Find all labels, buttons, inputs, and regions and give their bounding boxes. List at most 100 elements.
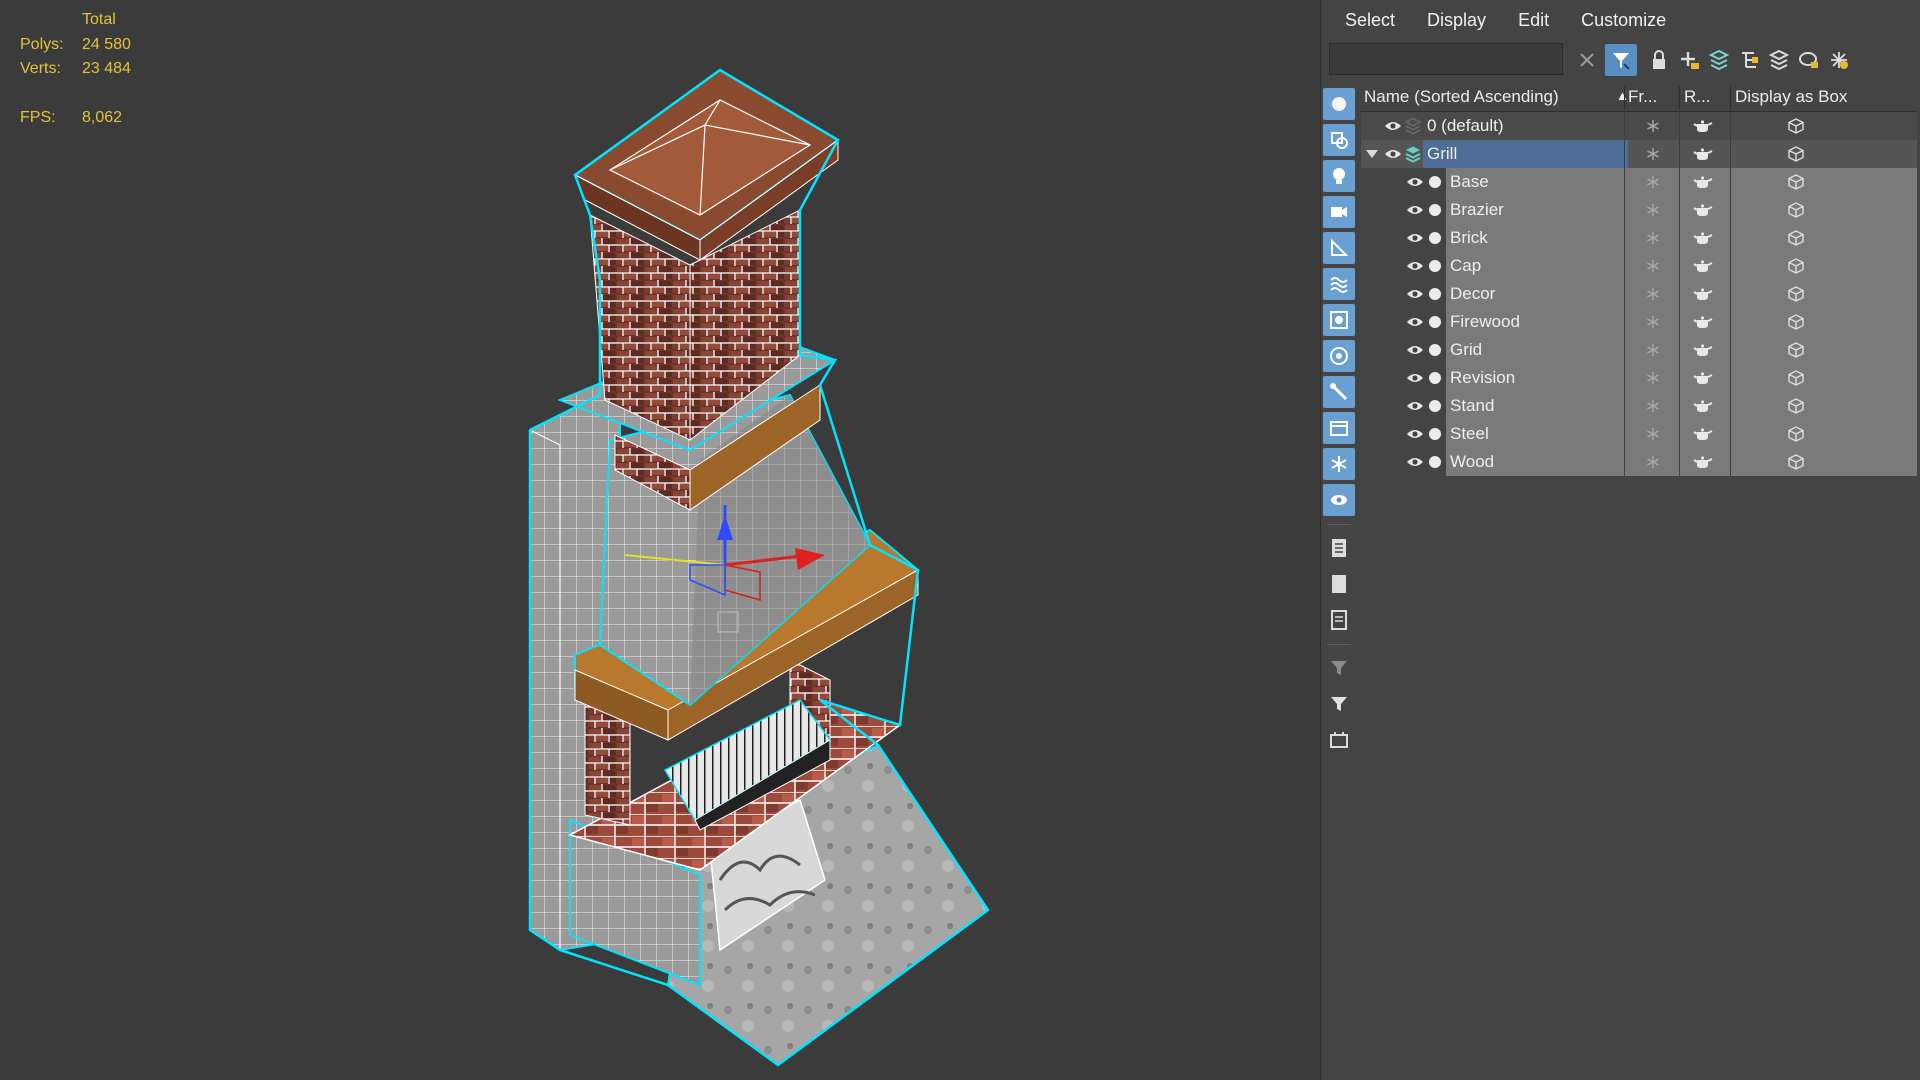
- frozen-icon[interactable]: [1643, 144, 1663, 164]
- invert-icon[interactable]: [1323, 604, 1355, 636]
- frozen-icon[interactable]: [1323, 448, 1355, 480]
- filter-selected-icon[interactable]: [1323, 652, 1355, 684]
- display-as-box-icon[interactable]: [1786, 144, 1806, 164]
- hierarchy-icon[interactable]: [1733, 44, 1765, 76]
- display-as-box-icon[interactable]: [1786, 116, 1806, 136]
- renderable-teapot-icon[interactable]: [1693, 340, 1713, 360]
- frozen-icon[interactable]: [1643, 452, 1663, 472]
- display-as-box-icon[interactable]: [1786, 256, 1806, 276]
- expand-toggle-icon[interactable]: [1363, 145, 1381, 163]
- hidden-icon[interactable]: [1323, 484, 1355, 516]
- groups-icon[interactable]: [1323, 304, 1355, 336]
- object-row[interactable]: Decor: [1361, 280, 1917, 308]
- column-renderable[interactable]: R...: [1684, 87, 1710, 107]
- add-to-layer-icon[interactable]: [1703, 44, 1735, 76]
- viewport[interactable]: Total Polys: 24 580 Verts: 23 484 FPS: 8,06…: [0, 0, 1320, 1080]
- column-display-as-box[interactable]: Display as Box: [1735, 87, 1847, 107]
- frozen-icon[interactable]: [1643, 312, 1663, 332]
- renderable-teapot-icon[interactable]: [1693, 256, 1713, 276]
- display-as-box-icon[interactable]: [1786, 452, 1806, 472]
- object-row[interactable]: Grid: [1361, 336, 1917, 364]
- frozen-icon[interactable]: [1643, 200, 1663, 220]
- frozen-icon[interactable]: [1643, 116, 1663, 136]
- menu-edit[interactable]: Edit: [1518, 10, 1549, 31]
- search-input[interactable]: [1329, 43, 1563, 75]
- lights-icon[interactable]: [1323, 160, 1355, 192]
- visibility-eye-icon[interactable]: [1405, 228, 1425, 248]
- layer-row[interactable]: Grill: [1361, 140, 1917, 168]
- renderable-teapot-icon[interactable]: [1693, 368, 1713, 388]
- renderable-teapot-icon[interactable]: [1693, 116, 1713, 136]
- filter-icon[interactable]: [1605, 44, 1637, 76]
- object-row[interactable]: Firewood: [1361, 308, 1917, 336]
- object-row[interactable]: Wood: [1361, 448, 1917, 476]
- visibility-eye-icon[interactable]: [1405, 172, 1425, 192]
- visibility-eye-icon[interactable]: [1405, 312, 1425, 332]
- display-as-box-icon[interactable]: [1786, 368, 1806, 388]
- menu-select[interactable]: Select: [1345, 10, 1395, 31]
- none-icon[interactable]: [1323, 568, 1355, 600]
- renderable-teapot-icon[interactable]: [1693, 452, 1713, 472]
- visibility-eye-icon[interactable]: [1405, 424, 1425, 444]
- frozen-icon[interactable]: [1643, 228, 1663, 248]
- frozen-icon[interactable]: [1643, 172, 1663, 192]
- frozen-icon[interactable]: [1643, 424, 1663, 444]
- object-row[interactable]: Stand: [1361, 392, 1917, 420]
- renderable-teapot-icon[interactable]: [1693, 172, 1713, 192]
- renderable-teapot-icon[interactable]: [1693, 312, 1713, 332]
- visibility-eye-icon[interactable]: [1405, 368, 1425, 388]
- frozen-icon[interactable]: [1643, 284, 1663, 304]
- layers-icon[interactable]: [1763, 44, 1795, 76]
- cameras-icon[interactable]: [1323, 196, 1355, 228]
- visibility-eye-icon[interactable]: [1405, 396, 1425, 416]
- space-warps-icon[interactable]: [1323, 268, 1355, 300]
- object-row[interactable]: Cap: [1361, 252, 1917, 280]
- geometry-icon[interactable]: [1323, 88, 1355, 120]
- visibility-eye-icon[interactable]: [1383, 144, 1403, 164]
- display-as-box-icon[interactable]: [1786, 284, 1806, 304]
- renderable-teapot-icon[interactable]: [1693, 144, 1713, 164]
- display-as-box-icon[interactable]: [1786, 172, 1806, 192]
- object-row[interactable]: Brazier: [1361, 196, 1917, 224]
- visibility-eye-icon[interactable]: [1405, 200, 1425, 220]
- visibility-eye-icon[interactable]: [1405, 452, 1425, 472]
- frozen-icon[interactable]: [1643, 396, 1663, 416]
- visibility-eye-icon[interactable]: [1405, 284, 1425, 304]
- display-as-box-icon[interactable]: [1786, 312, 1806, 332]
- display-as-box-icon[interactable]: [1786, 228, 1806, 248]
- column-frozen[interactable]: Fr...: [1628, 87, 1657, 107]
- layer-toggle-icon[interactable]: [1323, 724, 1355, 756]
- helpers-icon[interactable]: [1323, 232, 1355, 264]
- display-as-box-icon[interactable]: [1786, 396, 1806, 416]
- object-row[interactable]: Steel: [1361, 420, 1917, 448]
- all-icon[interactable]: [1323, 532, 1355, 564]
- renderable-teapot-icon[interactable]: [1693, 228, 1713, 248]
- display-as-box-icon[interactable]: [1786, 340, 1806, 360]
- layer-row[interactable]: 0 (default): [1361, 112, 1917, 140]
- create-layer-icon[interactable]: [1673, 44, 1705, 76]
- highlight-icon[interactable]: [1793, 44, 1825, 76]
- object-row[interactable]: Base: [1361, 168, 1917, 196]
- visibility-eye-icon[interactable]: [1405, 340, 1425, 360]
- visibility-eye-icon[interactable]: [1383, 116, 1403, 136]
- lock-icon[interactable]: [1643, 44, 1675, 76]
- clear-search-icon[interactable]: [1571, 44, 1603, 76]
- shapes-icon[interactable]: [1323, 124, 1355, 156]
- display-as-box-icon[interactable]: [1786, 200, 1806, 220]
- menu-display[interactable]: Display: [1427, 10, 1486, 31]
- layer-settings-icon[interactable]: [1823, 44, 1855, 76]
- frozen-icon[interactable]: [1643, 340, 1663, 360]
- renderable-teapot-icon[interactable]: [1693, 200, 1713, 220]
- renderable-teapot-icon[interactable]: [1693, 396, 1713, 416]
- object-row[interactable]: Brick: [1361, 224, 1917, 252]
- xrefs-icon[interactable]: [1323, 340, 1355, 372]
- bones-icon[interactable]: [1323, 376, 1355, 408]
- frozen-icon[interactable]: [1643, 368, 1663, 388]
- filter-icon-2[interactable]: [1323, 688, 1355, 720]
- grill-model[interactable]: [0, 0, 1320, 1080]
- visibility-eye-icon[interactable]: [1405, 256, 1425, 276]
- renderable-teapot-icon[interactable]: [1693, 284, 1713, 304]
- renderable-teapot-icon[interactable]: [1693, 424, 1713, 444]
- column-name[interactable]: Name (Sorted Ascending): [1364, 87, 1559, 107]
- frozen-icon[interactable]: [1643, 256, 1663, 276]
